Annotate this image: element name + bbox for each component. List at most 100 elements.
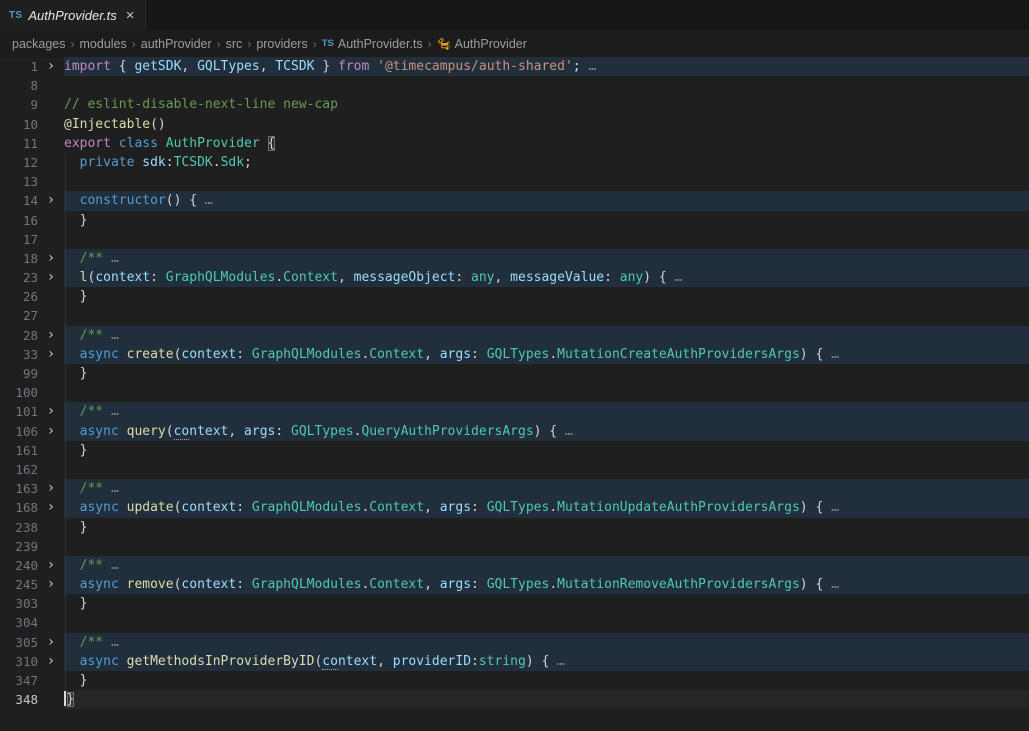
breadcrumb-item-packages[interactable]: packages (12, 37, 66, 51)
fold-chevron-icon[interactable]: › (38, 556, 64, 575)
code-line-348[interactable]: 348} (0, 690, 1029, 709)
code-line-168[interactable]: 168› async update(context: GraphQLModule… (0, 498, 1029, 517)
code-line-9[interactable]: 9// eslint-disable-next-line new-cap (0, 95, 1029, 114)
line-number[interactable]: 9 (0, 95, 38, 114)
line-number[interactable]: 168 (0, 498, 38, 517)
line-number[interactable]: 245 (0, 575, 38, 594)
code-line-162[interactable]: 162 (0, 460, 1029, 479)
breadcrumb-item-authprovider[interactable]: authProvider (141, 37, 212, 51)
fold-chevron-icon[interactable]: › (38, 249, 64, 268)
code-line-14[interactable]: 14› constructor() { … (0, 191, 1029, 210)
line-number[interactable]: 238 (0, 518, 38, 537)
folded-code-ellipsis[interactable]: … (111, 481, 119, 496)
code-line-239[interactable]: 239 (0, 537, 1029, 556)
line-number[interactable]: 163 (0, 479, 38, 498)
folded-code-ellipsis[interactable]: … (557, 654, 565, 669)
folded-code-ellipsis[interactable]: … (565, 424, 573, 439)
code-line-18[interactable]: 18› /** … (0, 249, 1029, 268)
line-number[interactable]: 99 (0, 364, 38, 383)
line-number[interactable]: 17 (0, 230, 38, 249)
code-line-305[interactable]: 305› /** … (0, 633, 1029, 652)
line-number[interactable]: 16 (0, 211, 38, 230)
breadcrumb-item-src[interactable]: src (226, 37, 243, 51)
folded-code-ellipsis[interactable]: … (111, 251, 119, 266)
fold-chevron-icon[interactable]: › (38, 633, 64, 652)
code-line-240[interactable]: 240› /** … (0, 556, 1029, 575)
line-number[interactable]: 14 (0, 191, 38, 210)
folded-code-ellipsis[interactable]: … (831, 577, 839, 592)
line-number[interactable]: 310 (0, 652, 38, 671)
line-number[interactable]: 26 (0, 287, 38, 306)
line-number[interactable]: 101 (0, 402, 38, 421)
line-number[interactable]: 348 (0, 690, 38, 709)
fold-chevron-icon[interactable]: › (38, 345, 64, 364)
code-line-26[interactable]: 26 } (0, 287, 1029, 306)
code-line-17[interactable]: 17 (0, 230, 1029, 249)
line-number[interactable]: 239 (0, 537, 38, 556)
code-line-12[interactable]: 12 private sdk:TCSDK.Sdk; (0, 153, 1029, 172)
folded-code-ellipsis[interactable]: … (205, 193, 213, 208)
code-line-16[interactable]: 16 } (0, 211, 1029, 230)
folded-code-ellipsis[interactable]: … (588, 59, 596, 74)
code-line-11[interactable]: 11export class AuthProvider { (0, 134, 1029, 153)
close-icon[interactable]: × (126, 8, 135, 23)
line-number[interactable]: 10 (0, 115, 38, 134)
code-line-347[interactable]: 347 } (0, 671, 1029, 690)
code-line-8[interactable]: 8 (0, 76, 1029, 95)
line-number[interactable]: 12 (0, 153, 38, 172)
folded-code-ellipsis[interactable]: … (831, 347, 839, 362)
fold-chevron-icon[interactable]: › (38, 402, 64, 421)
breadcrumb-item-providers[interactable]: providers (256, 37, 307, 51)
code-line-23[interactable]: 23› l(context: GraphQLModules.Context, m… (0, 268, 1029, 287)
line-number[interactable]: 8 (0, 76, 38, 95)
line-number[interactable]: 28 (0, 326, 38, 345)
folded-code-ellipsis[interactable]: … (111, 558, 119, 573)
code-line-28[interactable]: 28› /** … (0, 326, 1029, 345)
code-line-304[interactable]: 304 (0, 613, 1029, 632)
code-line-27[interactable]: 27 (0, 306, 1029, 325)
line-number[interactable]: 27 (0, 306, 38, 325)
folded-code-ellipsis[interactable]: … (111, 404, 119, 419)
line-number[interactable]: 1 (0, 57, 38, 76)
breadcrumb-item-authprovider-ts[interactable]: TSAuthProvider.ts (322, 37, 423, 51)
fold-chevron-icon[interactable]: › (38, 191, 64, 210)
line-number[interactable]: 18 (0, 249, 38, 268)
fold-chevron-icon[interactable]: › (38, 57, 64, 76)
line-number[interactable]: 240 (0, 556, 38, 575)
code-line-303[interactable]: 303 } (0, 594, 1029, 613)
fold-chevron-icon[interactable]: › (38, 479, 64, 498)
code-line-101[interactable]: 101› /** … (0, 402, 1029, 421)
editor-tab-authprovider[interactable]: TS AuthProvider.ts × (0, 0, 146, 30)
fold-chevron-icon[interactable]: › (38, 575, 64, 594)
line-number[interactable]: 304 (0, 613, 38, 632)
code-line-100[interactable]: 100 (0, 383, 1029, 402)
fold-chevron-icon[interactable]: › (38, 652, 64, 671)
code-line-245[interactable]: 245› async remove(context: GraphQLModule… (0, 575, 1029, 594)
folded-code-ellipsis[interactable]: … (831, 500, 839, 515)
code-line-310[interactable]: 310› async getMethodsInProviderByID(cont… (0, 652, 1029, 671)
code-line-238[interactable]: 238 } (0, 518, 1029, 537)
code-line-163[interactable]: 163› /** … (0, 479, 1029, 498)
line-number[interactable]: 303 (0, 594, 38, 613)
line-number[interactable]: 347 (0, 671, 38, 690)
line-number[interactable]: 162 (0, 460, 38, 479)
folded-code-ellipsis[interactable]: … (675, 270, 683, 285)
line-number[interactable]: 33 (0, 345, 38, 364)
folded-code-ellipsis[interactable]: … (111, 328, 119, 343)
code-line-106[interactable]: 106› async query(context, args: GQLTypes… (0, 422, 1029, 441)
code-line-1[interactable]: 1›import { getSDK, GQLTypes, TCSDK } fro… (0, 57, 1029, 76)
line-number[interactable]: 13 (0, 172, 38, 191)
fold-chevron-icon[interactable]: › (38, 498, 64, 517)
code-line-161[interactable]: 161 } (0, 441, 1029, 460)
line-number[interactable]: 11 (0, 134, 38, 153)
fold-chevron-icon[interactable]: › (38, 268, 64, 287)
line-number[interactable]: 305 (0, 633, 38, 652)
breadcrumb-item-modules[interactable]: modules (80, 37, 127, 51)
fold-chevron-icon[interactable]: › (38, 326, 64, 345)
code-line-13[interactable]: 13 (0, 172, 1029, 191)
code-line-10[interactable]: 10@Injectable() (0, 115, 1029, 134)
code-line-33[interactable]: 33› async create(context: GraphQLModules… (0, 345, 1029, 364)
fold-chevron-icon[interactable]: › (38, 422, 64, 441)
folded-code-ellipsis[interactable]: … (111, 635, 119, 650)
code-line-99[interactable]: 99 } (0, 364, 1029, 383)
